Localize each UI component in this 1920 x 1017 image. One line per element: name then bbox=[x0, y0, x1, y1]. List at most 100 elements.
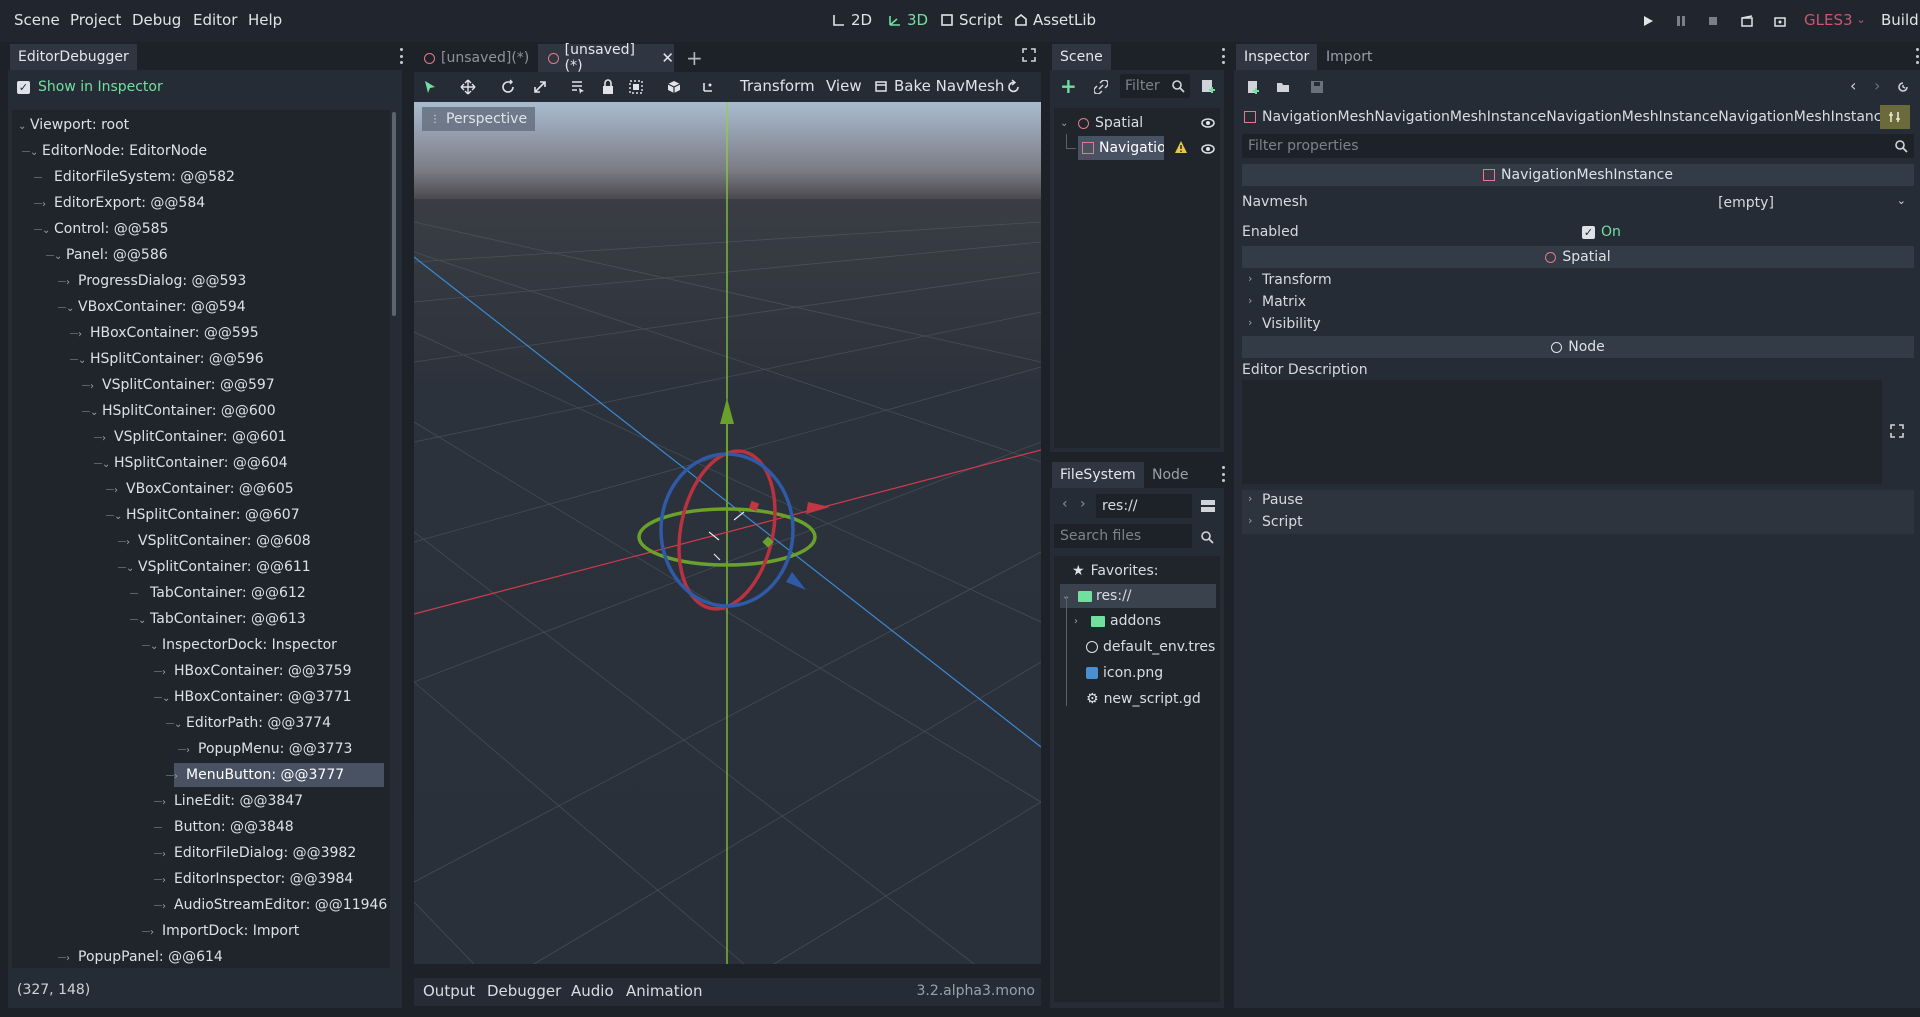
chevron-down-icon[interactable]: ⌄ bbox=[90, 401, 102, 425]
group-transform[interactable]: › Transform bbox=[1242, 270, 1914, 292]
debugger-tree-item[interactable]: › EditorExport: @@584 bbox=[42, 191, 205, 215]
pause-button[interactable] bbox=[1672, 12, 1690, 30]
debugger-tree-item[interactable]: EditorFileSystem: @@582 bbox=[42, 165, 235, 189]
chevron-right-icon[interactable]: › bbox=[90, 375, 102, 399]
tab-filesystem[interactable]: FileSystem bbox=[1052, 462, 1144, 488]
chevron-right-icon[interactable]: › bbox=[42, 193, 54, 217]
chevron-right-icon[interactable]: › bbox=[66, 271, 78, 295]
debugger-tree-item[interactable]: ⌄ EditorNode: EditorNode bbox=[30, 139, 207, 163]
chevron-down-icon[interactable]: ⌄ bbox=[42, 219, 54, 243]
file-item-env[interactable]: default_env.tres bbox=[1086, 636, 1215, 658]
renderer-selector[interactable]: GLES3 ⌄ bbox=[1804, 11, 1866, 29]
tab-node[interactable]: Node bbox=[1144, 462, 1197, 488]
scene-tab-1[interactable]: [unsaved](*) bbox=[414, 44, 538, 72]
enabled-checkbox[interactable]: ✓ On bbox=[1582, 224, 1621, 240]
list-select-button[interactable] bbox=[570, 79, 586, 95]
chevron-down-icon[interactable]: ⌄ bbox=[54, 245, 66, 269]
tab-editor-debugger[interactable]: EditorDebugger bbox=[10, 44, 137, 70]
chevron-down-icon[interactable]: ⌄ bbox=[126, 557, 138, 581]
debugger-tree-item[interactable]: › LineEdit: @@3847 bbox=[162, 789, 303, 813]
menu-scene[interactable]: Scene bbox=[14, 11, 60, 29]
debugger-tree-item[interactable]: ⌄ Control: @@585 bbox=[42, 217, 169, 241]
chevron-down-icon[interactable]: ⌄ bbox=[114, 505, 126, 529]
path-field[interactable]: res:// bbox=[1096, 494, 1192, 518]
show-in-inspector-checkbox[interactable]: ✓ Show in Inspector bbox=[17, 79, 163, 95]
debugger-tree-item[interactable]: › VSplitContainer: @@608 bbox=[126, 529, 311, 553]
menu-debug[interactable]: Debug bbox=[132, 11, 181, 29]
tab-audio[interactable]: Audio bbox=[571, 982, 614, 1000]
load-resource-button[interactable] bbox=[1276, 80, 1290, 98]
debugger-tree-item[interactable]: ⌄ Panel: @@586 bbox=[54, 243, 168, 267]
file-item-addons[interactable]: › addons bbox=[1074, 610, 1161, 632]
instance-scene-button[interactable] bbox=[1093, 79, 1109, 98]
debugger-tree-item[interactable]: ⌄ EditorPath: @@3774 bbox=[174, 711, 331, 735]
chevron-right-icon[interactable]: › bbox=[114, 479, 126, 503]
chevron-right-icon[interactable]: › bbox=[150, 921, 162, 945]
menu-help[interactable]: Help bbox=[248, 11, 282, 29]
debugger-tree-item[interactable]: › HBoxContainer: @@3759 bbox=[162, 659, 352, 683]
forward-icon[interactable]: › bbox=[1080, 496, 1086, 512]
expand-textarea-button[interactable] bbox=[1890, 424, 1904, 442]
warning-icon[interactable] bbox=[1174, 140, 1188, 158]
tab-output[interactable]: Output bbox=[423, 982, 475, 1000]
chevron-right-icon[interactable]: › bbox=[162, 661, 174, 685]
debugger-tree-item[interactable]: › EditorFileDialog: @@3982 bbox=[162, 841, 356, 865]
debugger-tree-item[interactable]: Button: @@3848 bbox=[162, 815, 294, 839]
chevron-right-icon[interactable]: › bbox=[162, 869, 174, 893]
object-history-button[interactable] bbox=[1896, 80, 1910, 98]
debugger-tree-item[interactable]: › ImportDock: Import bbox=[150, 919, 299, 943]
panel-menu-icon[interactable] bbox=[1914, 48, 1920, 64]
panel-menu-icon[interactable] bbox=[398, 48, 404, 64]
chevron-right-icon[interactable]: › bbox=[162, 843, 174, 867]
reset-button[interactable] bbox=[1006, 79, 1022, 95]
tab-import[interactable]: Import bbox=[1318, 44, 1380, 70]
debugger-tree-item[interactable]: › PopupMenu: @@3773 bbox=[186, 737, 352, 761]
search-files-input[interactable]: Search files bbox=[1054, 524, 1192, 548]
debugger-tree-item[interactable]: ⌄ VSplitContainer: @@611 bbox=[126, 555, 311, 579]
tab-scene[interactable]: Scene bbox=[1052, 44, 1111, 70]
scene-filter-input[interactable]: Filter bbox=[1120, 74, 1190, 98]
move-tool-button[interactable] bbox=[460, 79, 476, 95]
menu-editor[interactable]: Editor bbox=[193, 11, 237, 29]
chevron-down-icon[interactable]: ⌄ bbox=[66, 297, 78, 321]
debugger-tree-item[interactable]: ⌄ HSplitContainer: @@596 bbox=[78, 347, 264, 371]
file-item-icon[interactable]: icon.png bbox=[1086, 662, 1163, 684]
group-matrix[interactable]: › Matrix bbox=[1242, 292, 1914, 314]
debugger-tree-item[interactable]: TabContainer: @@612 bbox=[138, 581, 306, 605]
perspective-menu-button[interactable]: ⋮ Perspective bbox=[422, 107, 536, 131]
back-icon[interactable]: ‹ bbox=[1062, 496, 1068, 512]
rotate-tool-button[interactable] bbox=[500, 79, 516, 95]
select-tool-button[interactable] bbox=[422, 79, 438, 95]
chevron-right-icon[interactable]: › bbox=[162, 791, 174, 815]
scene-tab-2[interactable]: [unsaved](*) ✕ bbox=[538, 42, 674, 74]
add-node-button[interactable]: + bbox=[1060, 76, 1078, 96]
scene-node-spatial[interactable]: ⌄ Spatial bbox=[1060, 112, 1143, 134]
chevron-right-icon[interactable]: › bbox=[126, 531, 138, 555]
object-path[interactable]: NavigationMeshNavigationMeshInstanceNavi… bbox=[1244, 106, 1890, 128]
local-space-button[interactable] bbox=[666, 79, 682, 95]
workspace-3d-button[interactable]: 3D bbox=[888, 11, 928, 29]
close-icon[interactable]: ✕ bbox=[661, 49, 674, 67]
group-button[interactable] bbox=[628, 79, 644, 95]
lock-button[interactable] bbox=[600, 79, 616, 95]
chevron-down-icon[interactable]: ⌄ bbox=[174, 713, 186, 737]
debugger-tree-item[interactable]: › VBoxContainer: @@605 bbox=[114, 477, 294, 501]
tab-inspector[interactable]: Inspector bbox=[1236, 44, 1318, 70]
debugger-tree-item[interactable]: › EditorInspector: @@3984 bbox=[162, 867, 353, 891]
play-custom-scene-button[interactable] bbox=[1771, 12, 1789, 30]
tab-animation[interactable]: Animation bbox=[626, 982, 702, 1000]
create-resource-button[interactable] bbox=[1246, 80, 1260, 98]
chevron-right-icon[interactable]: › bbox=[66, 947, 78, 968]
play-scene-button[interactable] bbox=[1738, 12, 1756, 30]
debugger-tree-item[interactable]: ⌄ HSplitContainer: @@600 bbox=[90, 399, 276, 423]
object-properties-button[interactable] bbox=[1880, 105, 1910, 129]
chevron-down-icon[interactable]: ⌄ bbox=[162, 687, 174, 711]
chevron-down-icon[interactable]: ⌄ bbox=[138, 609, 150, 633]
play-button[interactable] bbox=[1639, 12, 1657, 30]
group-visibility[interactable]: › Visibility bbox=[1242, 314, 1914, 336]
distraction-free-button[interactable] bbox=[1022, 48, 1036, 62]
chevron-right-icon[interactable]: › bbox=[186, 739, 198, 763]
debugger-tree-item[interactable]: › HBoxContainer: @@595 bbox=[78, 321, 259, 345]
file-item-script[interactable]: ⚙ new_script.gd bbox=[1086, 688, 1201, 710]
chevron-down-icon[interactable]: ⌄ bbox=[30, 141, 42, 165]
